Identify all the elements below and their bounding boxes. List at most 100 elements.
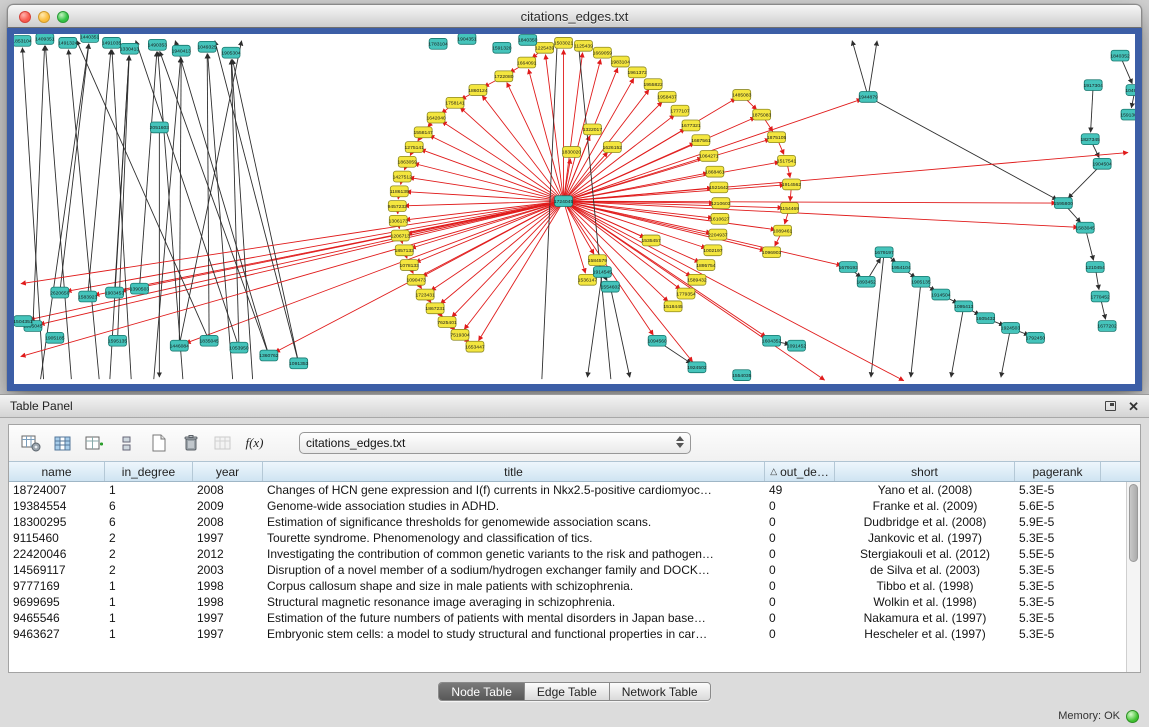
- graph-node[interactable]: 1924503: [1001, 323, 1021, 334]
- table-row[interactable]: 911546021997Tourette syndrome. Phenomeno…: [9, 530, 1126, 546]
- column-header-in_degree[interactable]: in_degree: [105, 462, 193, 481]
- graph-node[interactable]: 1605432: [976, 313, 996, 324]
- graph-node[interactable]: 1677202: [1097, 321, 1117, 332]
- table-row[interactable]: 1456911722003Disruption of a novel membe…: [9, 562, 1126, 578]
- column-header-year[interactable]: year: [193, 462, 263, 481]
- table-row[interactable]: 946554611997Estimation of the future num…: [9, 610, 1126, 626]
- graph-node[interactable]: 1904504: [1092, 158, 1112, 169]
- graph-node[interactable]: 1677321: [681, 120, 701, 131]
- graph-node[interactable]: 1186139: [390, 186, 409, 197]
- graph-node[interactable]: 1868461: [705, 166, 725, 177]
- graph-node[interactable]: 1064271: [699, 151, 719, 162]
- graph-node[interactable]: 1723431: [415, 289, 435, 300]
- graph-node[interactable]: 1589432: [687, 274, 707, 285]
- table-row[interactable]: 1872400712008Changes of HCN gene express…: [9, 482, 1126, 498]
- table-selector-dropdown[interactable]: citations_edges.txt: [299, 432, 691, 454]
- column-header-out_de[interactable]: △out_de…: [765, 462, 835, 481]
- graph-node[interactable]: 1517541: [777, 155, 797, 166]
- graph-node[interactable]: 1664091: [517, 57, 537, 68]
- graph-node[interactable]: 1504351: [14, 316, 33, 327]
- graph-node[interactable]: 1554035: [732, 370, 752, 381]
- close-panel-icon[interactable]: ✕: [1128, 400, 1139, 413]
- graph-node[interactable]: 1595135: [108, 335, 128, 346]
- graph-node[interactable]: 1944879: [859, 92, 879, 103]
- graph-node[interactable]: 1002197: [703, 245, 723, 256]
- graph-node[interactable]: 1409351: [35, 34, 55, 44]
- graph-node[interactable]: 1049352: [1125, 85, 1135, 96]
- graph-node[interactable]: 1306173: [389, 215, 409, 226]
- graph-node[interactable]: 1679197: [874, 247, 894, 258]
- graph-node[interactable]: 1917304: [1084, 80, 1104, 91]
- graph-node[interactable]: 1860124: [468, 85, 488, 96]
- graph-node[interactable]: 1758141: [445, 97, 465, 108]
- graph-node[interactable]: 1330413: [120, 43, 140, 54]
- graph-node[interactable]: 1206713: [391, 230, 411, 241]
- graph-node[interactable]: 1914545: [593, 267, 613, 278]
- graph-node[interactable]: 1955822: [643, 79, 663, 90]
- graph-node[interactable]: 1857133: [395, 245, 415, 256]
- graph-node[interactable]: 1094560: [647, 335, 667, 346]
- graph-node[interactable]: 1792450: [1026, 332, 1046, 343]
- graph-node[interactable]: 1863059: [398, 156, 418, 167]
- graph-node[interactable]: 1722080: [494, 71, 514, 82]
- graph-node[interactable]: 1490353: [148, 39, 168, 50]
- graph-node[interactable]: 1687561: [691, 135, 711, 146]
- graph-node[interactable]: 1875105: [767, 132, 787, 143]
- graph-node[interactable]: 1895754: [696, 260, 716, 271]
- zoom-window-button[interactable]: [57, 11, 69, 23]
- graph-node[interactable]: 1210603: [711, 198, 731, 209]
- graph-node[interactable]: 1904351: [457, 34, 477, 44]
- graph-node[interactable]: 1961372: [628, 67, 648, 78]
- graph-node[interactable]: 1626152: [603, 142, 623, 153]
- graph-node[interactable]: 1491035: [102, 37, 122, 48]
- graph-node[interactable]: 1096903: [762, 247, 782, 258]
- graph-node[interactable]: 1653447: [465, 341, 485, 352]
- graph-node[interactable]: 1427512: [393, 171, 413, 182]
- graph-node[interactable]: 1679193: [839, 262, 859, 273]
- graph-node[interactable]: 1225439: [535, 42, 555, 53]
- graph-node[interactable]: 1360762: [259, 350, 279, 361]
- graph-node[interactable]: 1905185: [45, 332, 65, 343]
- row-height-icon[interactable]: [113, 430, 140, 456]
- table-mode-icon[interactable]: [17, 430, 44, 456]
- graph-node[interactable]: 1924502: [687, 362, 707, 373]
- table-row[interactable]: 2242004622012Investigating the contribut…: [9, 546, 1126, 562]
- graph-node[interactable]: 2051603: [150, 122, 170, 133]
- graph-node[interactable]: 1827345: [1081, 134, 1101, 145]
- graph-node[interactable]: 1275141: [405, 142, 425, 153]
- graph-node[interactable]: 1779354: [676, 288, 696, 299]
- tab-node-table[interactable]: Node Table: [439, 683, 525, 700]
- column-header-short[interactable]: short: [835, 462, 1015, 481]
- graph-node[interactable]: 1940413: [172, 45, 192, 56]
- graph-node[interactable]: 1535457: [641, 235, 661, 246]
- tab-network-table[interactable]: Network Table: [610, 683, 710, 700]
- tab-edge-table[interactable]: Edge Table: [525, 683, 610, 700]
- graph-node[interactable]: 1893452: [857, 276, 877, 287]
- column-header-pagerank[interactable]: pagerank: [1015, 462, 1101, 481]
- network-graph-canvas[interactable]: 1724045 1225439 16640911722080 186012417581…: [14, 34, 1135, 384]
- graph-node[interactable]: 1867231: [425, 303, 445, 314]
- table-row[interactable]: 1938455462009Genome-wide association stu…: [9, 498, 1126, 514]
- graph-node[interactable]: 1914562: [782, 179, 802, 190]
- graph-node[interactable]: 1954104: [891, 262, 911, 273]
- table-row[interactable]: 977716911998Corpus callosum shape and si…: [9, 578, 1126, 594]
- graph-node[interactable]: 1591305: [1120, 109, 1135, 120]
- graph-node[interactable]: 7625401: [437, 317, 457, 328]
- import-table-icon[interactable]: [209, 430, 236, 456]
- graph-node[interactable]: 1558147: [413, 127, 433, 138]
- new-table-icon[interactable]: [145, 430, 172, 456]
- graph-node[interactable]: 1853104: [14, 35, 32, 46]
- graph-node[interactable]: 1905135: [911, 276, 931, 287]
- graph-node[interactable]: 1591320: [492, 42, 512, 53]
- graph-node[interactable]: 1390503: [130, 283, 150, 294]
- graph-node[interactable]: 1958437: [657, 92, 677, 103]
- graph-node[interactable]: 1053950: [229, 342, 249, 353]
- column-header-name[interactable]: name: [9, 462, 105, 481]
- window-titlebar[interactable]: citations_edges.txt: [7, 4, 1142, 28]
- graph-node[interactable]: 1642040: [426, 112, 446, 123]
- graph-node[interactable]: 1840352: [1110, 50, 1130, 61]
- graph-node[interactable]: 1840350: [518, 34, 538, 45]
- graph-node[interactable]: 1724045: [554, 196, 574, 207]
- graph-node[interactable]: 1091452: [787, 340, 807, 351]
- graph-node[interactable]: 1604352: [762, 335, 782, 346]
